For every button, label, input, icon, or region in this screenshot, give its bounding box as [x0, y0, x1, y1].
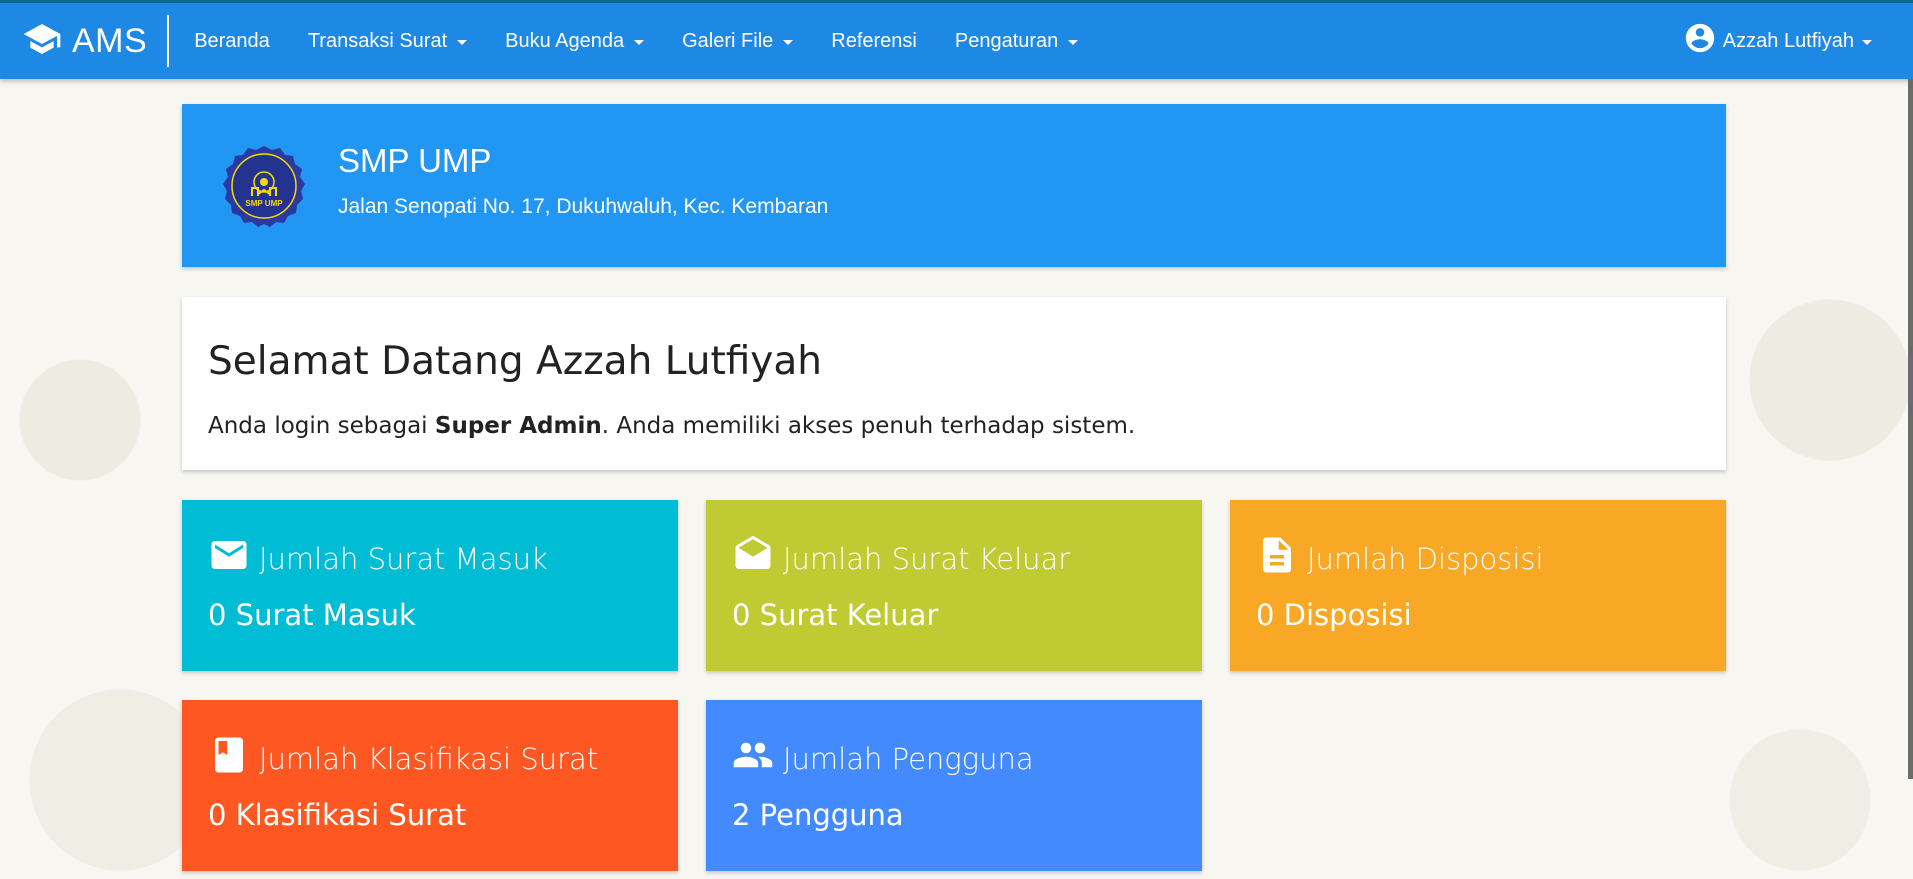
- caret-down-icon: [634, 39, 645, 45]
- caret-down-icon: [457, 39, 468, 45]
- stat-value: 2 Pengguna: [732, 798, 904, 832]
- school-name: SMP UMP: [338, 142, 492, 179]
- school-address: Jalan Senopati No. 17, Dukuhwaluh, Kec. …: [338, 195, 829, 218]
- brand-name: AMS: [72, 21, 148, 60]
- stat-card-disposisi[interactable]: Jumlah Disposisi 0 Disposisi: [1230, 500, 1726, 671]
- stat-title: Jumlah Surat Masuk: [208, 534, 548, 583]
- brand-divider: [167, 15, 170, 67]
- welcome-card: Selamat Datang Azzah Lutfiyah Anda login…: [182, 297, 1726, 470]
- nav-beranda[interactable]: Beranda: [175, 3, 289, 79]
- stat-title: Jumlah Pengguna: [732, 734, 1034, 783]
- stat-title-label: Jumlah Surat Keluar: [783, 541, 1071, 576]
- nav-transaksi-surat[interactable]: Transaksi Surat: [289, 3, 486, 79]
- nav-label: Galeri File: [682, 29, 774, 52]
- welcome-text-prefix: Anda login sebagai: [208, 413, 435, 439]
- stat-title: Jumlah Klasifikasi Surat: [208, 734, 598, 783]
- brand[interactable]: AMS: [0, 3, 147, 79]
- stat-value: 0 Klasifikasi Surat: [208, 798, 467, 832]
- account-circle-icon: [1683, 21, 1723, 61]
- stat-value: 0 Surat Keluar: [732, 598, 939, 632]
- stat-value: 0 Surat Masuk: [208, 598, 416, 632]
- nav-buku-agenda[interactable]: Buku Agenda: [486, 3, 663, 79]
- nav-label: Transaksi Surat: [307, 29, 448, 52]
- nav-label: Pengaturan: [954, 29, 1059, 52]
- user-role: Super Admin: [434, 413, 602, 439]
- scrollbar[interactable]: [1908, 79, 1913, 779]
- stat-card-klasifikasi[interactable]: Jumlah Klasifikasi Surat 0 Klasifikasi S…: [182, 700, 678, 871]
- stat-title-label: Jumlah Disposisi: [1307, 541, 1544, 576]
- stat-title-label: Jumlah Klasifikasi Surat: [259, 741, 599, 776]
- stat-value: 0 Disposisi: [1256, 598, 1412, 632]
- welcome-text: Anda login sebagai Super Admin. Anda mem…: [208, 413, 1135, 439]
- welcome-text-suffix: . Anda memiliki akses penuh terhadap sis…: [601, 413, 1136, 439]
- navbar: AMS Beranda Transaksi Surat Buku Agenda …: [0, 3, 1913, 79]
- caret-down-icon: [783, 39, 794, 45]
- graduation-cap-icon: [20, 19, 64, 63]
- user-name: Azzah Lutfiyah: [1722, 29, 1854, 52]
- welcome-title: Selamat Datang Azzah Lutfiyah: [208, 339, 823, 384]
- stat-card-pengguna[interactable]: Jumlah Pengguna 2 Pengguna: [706, 700, 1202, 871]
- nav-pengaturan[interactable]: Pengaturan: [936, 3, 1097, 79]
- stat-title-label: Jumlah Pengguna: [783, 741, 1034, 776]
- people-icon: [732, 734, 783, 783]
- caret-down-icon: [1862, 39, 1872, 45]
- stat-title-label: Jumlah Surat Masuk: [259, 541, 548, 576]
- bookmark-book-icon: [208, 734, 259, 783]
- nav-label: Beranda: [194, 29, 270, 52]
- drafts-icon: [732, 534, 783, 583]
- mail-icon: [208, 534, 259, 583]
- stat-title: Jumlah Disposisi: [1256, 534, 1544, 583]
- nav-galeri-file[interactable]: Galeri File: [663, 3, 812, 79]
- caret-down-icon: [1068, 39, 1079, 45]
- stat-card-surat-keluar[interactable]: Jumlah Surat Keluar 0 Surat Keluar: [706, 500, 1202, 671]
- school-logo: SMP UMP: [222, 144, 306, 228]
- nav-label: Buku Agenda: [505, 29, 625, 52]
- school-header-card: SMP UMP SMP UMP Jalan Senopati No. 17, D…: [182, 104, 1726, 267]
- user-menu[interactable]: Azzah Lutfiyah: [1683, 3, 1872, 79]
- nav-referensi[interactable]: Referensi: [812, 3, 936, 79]
- description-icon: [1256, 534, 1307, 583]
- stat-title: Jumlah Surat Keluar: [732, 534, 1070, 583]
- logo-text: SMP UMP: [245, 199, 283, 208]
- nav-label: Referensi: [831, 29, 917, 52]
- stat-card-surat-masuk[interactable]: Jumlah Surat Masuk 0 Surat Masuk: [182, 500, 678, 671]
